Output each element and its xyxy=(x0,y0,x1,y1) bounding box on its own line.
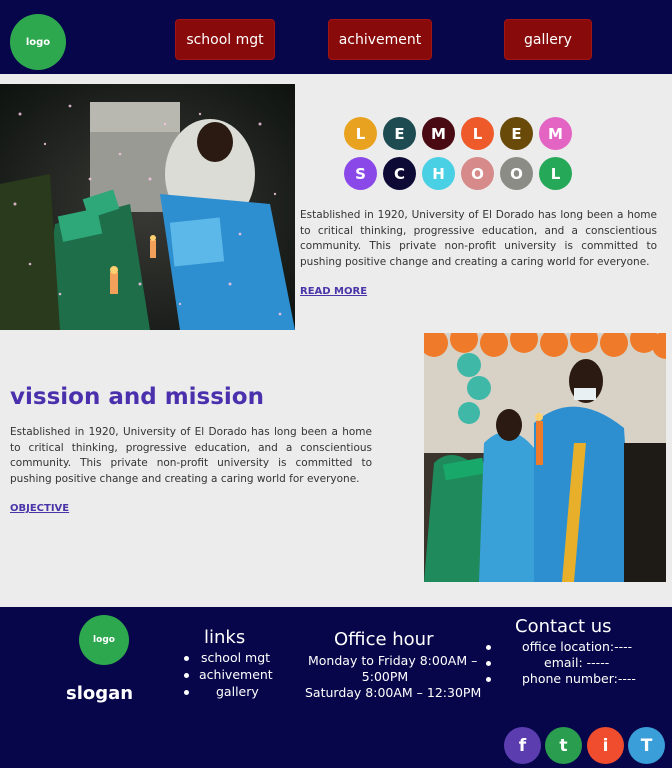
office-hours-saturday: Saturday 8:00AM – 12:30PM xyxy=(305,685,482,700)
letter-circle: O xyxy=(461,157,494,190)
footer-slogan: slogan xyxy=(66,683,134,704)
bullet xyxy=(184,690,189,695)
links-title: links xyxy=(204,627,246,648)
bullet xyxy=(486,677,491,682)
bullet xyxy=(184,673,189,678)
letter-circle: C xyxy=(383,157,416,190)
bullet xyxy=(486,661,491,666)
vision-mission-title: vission and mission xyxy=(10,384,264,410)
bullet xyxy=(486,645,491,650)
objective-link[interactable]: OBJECTIVE xyxy=(10,503,69,514)
letter-circle: H xyxy=(422,157,455,190)
letter-circle: L xyxy=(344,117,377,150)
footer-logo[interactable]: logo xyxy=(79,615,129,665)
nav-gallery-button[interactable]: gallery xyxy=(504,19,592,60)
letter-circle: M xyxy=(539,117,572,150)
contact-title: Contact us xyxy=(515,616,612,637)
read-more-link[interactable]: READ MORE xyxy=(300,286,367,297)
letter-circle: S xyxy=(344,157,377,190)
office-hours-weekday-end: 5:00PM xyxy=(361,669,409,684)
contact-office-location: office location:---- xyxy=(522,639,633,654)
graduation-celebration-photo xyxy=(0,84,295,330)
bullet xyxy=(184,656,189,661)
header-bar: logo school mgt achivement gallery xyxy=(0,0,672,74)
footer-link-gallery[interactable]: gallery xyxy=(216,684,259,699)
twitter-icon[interactable]: t xyxy=(545,727,582,764)
graduation-ceremony-photo xyxy=(424,333,666,582)
footer-link-achivement[interactable]: achivement xyxy=(199,667,273,682)
letter-circle: L xyxy=(461,117,494,150)
letter-circle: L xyxy=(539,157,572,190)
office-hour-title: Office hour xyxy=(334,629,434,650)
letter-circle: E xyxy=(500,117,533,150)
nav-school-mgt-button[interactable]: school mgt xyxy=(175,19,275,60)
vision-paragraph: Established in 1920, University of El Do… xyxy=(10,426,372,486)
instagram-icon[interactable]: i xyxy=(587,727,624,764)
letter-circle: E xyxy=(383,117,416,150)
nav-achivement-button[interactable]: achivement xyxy=(328,19,432,60)
footer-link-school-mgt[interactable]: school mgt xyxy=(201,650,270,665)
intro-paragraph: Established in 1920, University of El Do… xyxy=(300,209,657,269)
office-hours-weekday: Monday to Friday 8:00AM – xyxy=(308,653,478,668)
letter-circle: O xyxy=(500,157,533,190)
facebook-icon[interactable]: f xyxy=(504,727,541,764)
telegram-icon[interactable]: T xyxy=(628,727,665,764)
header-logo[interactable]: logo xyxy=(10,14,66,70)
contact-phone: phone number:---- xyxy=(522,671,636,686)
letter-circle: M xyxy=(422,117,455,150)
contact-email: email: ----- xyxy=(544,655,610,670)
